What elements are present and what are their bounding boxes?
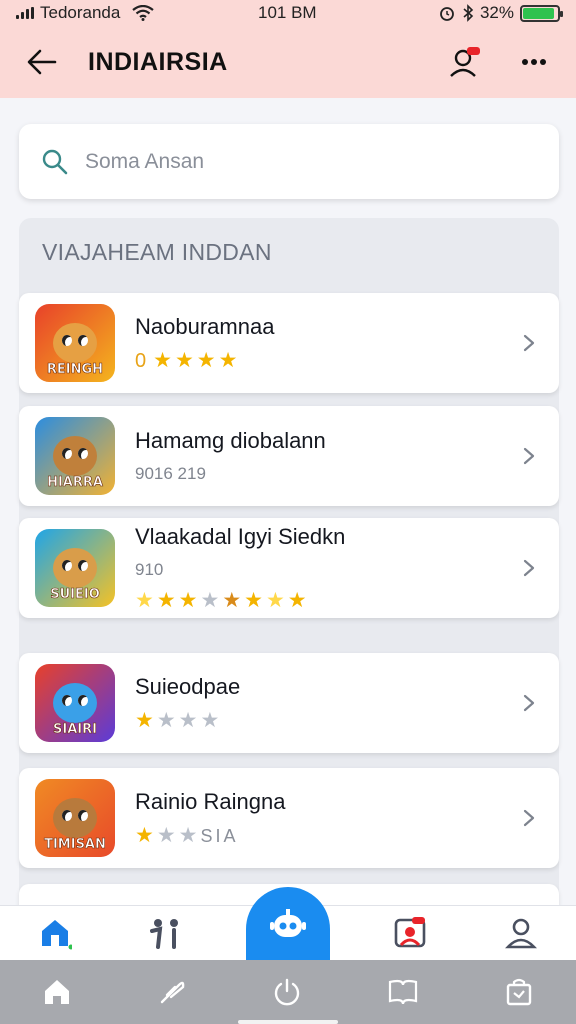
signal-icon: [16, 7, 34, 19]
app-header: INDIAIRSIA: [0, 26, 576, 98]
status-bar: Tedoranda 101 BM 32%: [0, 0, 576, 26]
nav-home[interactable]: [25, 906, 85, 961]
home-icon: [42, 920, 73, 950]
people-icon: [149, 919, 178, 949]
game-icon-label: SUIEIO: [50, 587, 100, 603]
rating-text: SIA: [200, 825, 239, 846]
game-list-item[interactable]: SIAIRI Suieodpae ★★★★: [19, 653, 559, 753]
game-icon-label: SIAIRI: [53, 722, 98, 738]
profile-button[interactable]: [446, 44, 482, 80]
game-title: Hamamg diobalann: [135, 428, 326, 453]
star-rating: ★★★★★★★★: [135, 588, 519, 613]
assistant-button[interactable]: [246, 887, 330, 961]
search-bar[interactable]: [19, 124, 559, 199]
star-icon: ★: [218, 348, 241, 372]
game-list-item[interactable]: SUIEIO Vlaakadal Igyi Siedkn 910 ★★★★★★★★: [19, 518, 559, 618]
alarm-icon: [440, 7, 454, 21]
game-subtitle: 910: [135, 559, 164, 579]
game-title: Suieodpae: [135, 673, 241, 699]
star-icon: ★: [178, 588, 201, 612]
star-icon: ★: [200, 588, 223, 612]
chevron-right-icon: [523, 694, 535, 712]
star-icon: ★: [174, 348, 197, 372]
game-title: Vlaakadal Igyi Siedkn: [135, 523, 346, 549]
star-icon: ★: [196, 348, 219, 372]
book-icon[interactable]: [387, 977, 419, 1007]
home-indicator[interactable]: [238, 1020, 338, 1024]
star-icon: ★: [287, 588, 310, 612]
back-button[interactable]: [24, 44, 60, 80]
mascot-icon: [53, 548, 97, 588]
nav-community[interactable]: [136, 906, 196, 961]
star-icon: ★: [135, 823, 157, 847]
star-icon: ★: [135, 708, 157, 732]
star-icon: ★: [178, 708, 201, 732]
game-title: Rainio Raingna: [135, 788, 286, 814]
nav-messages[interactable]: [380, 906, 440, 961]
game-icon-label: TIMISAN: [44, 837, 106, 853]
robot-icon: [270, 909, 306, 937]
chevron-right-icon: [523, 447, 535, 465]
game-subtitle: 9016 219: [135, 464, 206, 483]
chevron-right-icon: [523, 809, 535, 827]
section-title: VIAJAHEAM INDDAN: [42, 239, 272, 265]
game-icon: SIAIRI: [35, 664, 115, 742]
mascot-icon: [53, 323, 97, 363]
star-rating: 0 ★★★★: [135, 348, 519, 373]
mascot-icon: [53, 436, 97, 476]
star-icon: ★: [153, 348, 175, 372]
nav-profile[interactable]: [491, 906, 551, 961]
game-icon: TIMISAN: [35, 779, 115, 857]
game-list-item[interactable]: HIARRA Hamamg diobalann 9016 219: [19, 406, 559, 506]
star-icon: ★: [156, 823, 179, 847]
system-nav-bar: [0, 960, 576, 1024]
battery-percent: 32%: [479, 3, 514, 22]
more-horizontal-icon: [522, 59, 546, 65]
rating-text: 0: [135, 349, 150, 372]
star-icon: ★: [178, 823, 201, 847]
user-icon: [450, 47, 480, 77]
star-icon: ★: [222, 588, 245, 612]
status-time: 101 BM: [258, 3, 317, 22]
game-icon: HIARRA: [35, 417, 115, 495]
game-list-item[interactable]: REINGH Naoburamnaa 0 ★★★★: [19, 293, 559, 393]
star-icon: ★: [156, 588, 179, 612]
game-icon-label: HIARRA: [47, 475, 103, 491]
power-icon[interactable]: [272, 977, 302, 1007]
star-rating: ★★★SIA: [135, 823, 519, 848]
profile-icon: [504, 918, 537, 949]
arrow-left-icon: [27, 49, 57, 75]
chat-icon: [395, 917, 426, 948]
wifi-icon: [132, 5, 155, 21]
chevron-right-icon: [523, 559, 535, 577]
home-icon[interactable]: [42, 977, 72, 1007]
game-icon: REINGH: [35, 304, 115, 382]
mascot-icon: [53, 798, 97, 838]
star-rating: ★★★★: [135, 708, 519, 733]
battery-icon: [520, 4, 563, 22]
star-icon: ★: [135, 588, 157, 612]
more-button[interactable]: [516, 44, 552, 80]
star-icon: ★: [156, 708, 179, 732]
page-title: INDIAIRSIA: [88, 47, 228, 76]
star-icon: ★: [244, 588, 266, 612]
game-title: Naoburamnaa: [135, 313, 275, 339]
carrier-name: Tedoranda: [40, 3, 121, 22]
game-icon-label: REINGH: [46, 362, 104, 378]
bag-icon[interactable]: [504, 977, 534, 1007]
bluetooth-icon: [463, 4, 474, 22]
game-icon: SUIEIO: [35, 529, 115, 607]
game-list-item[interactable]: TIMISAN Rainio Raingna ★★★SIA: [19, 768, 559, 868]
mascot-icon: [53, 683, 97, 723]
chevron-right-icon: [523, 334, 535, 352]
search-input[interactable]: [85, 149, 537, 174]
star-icon: ★: [265, 588, 288, 612]
feather-icon[interactable]: [157, 977, 187, 1007]
search-icon: [42, 149, 68, 174]
star-icon: ★: [200, 708, 223, 732]
